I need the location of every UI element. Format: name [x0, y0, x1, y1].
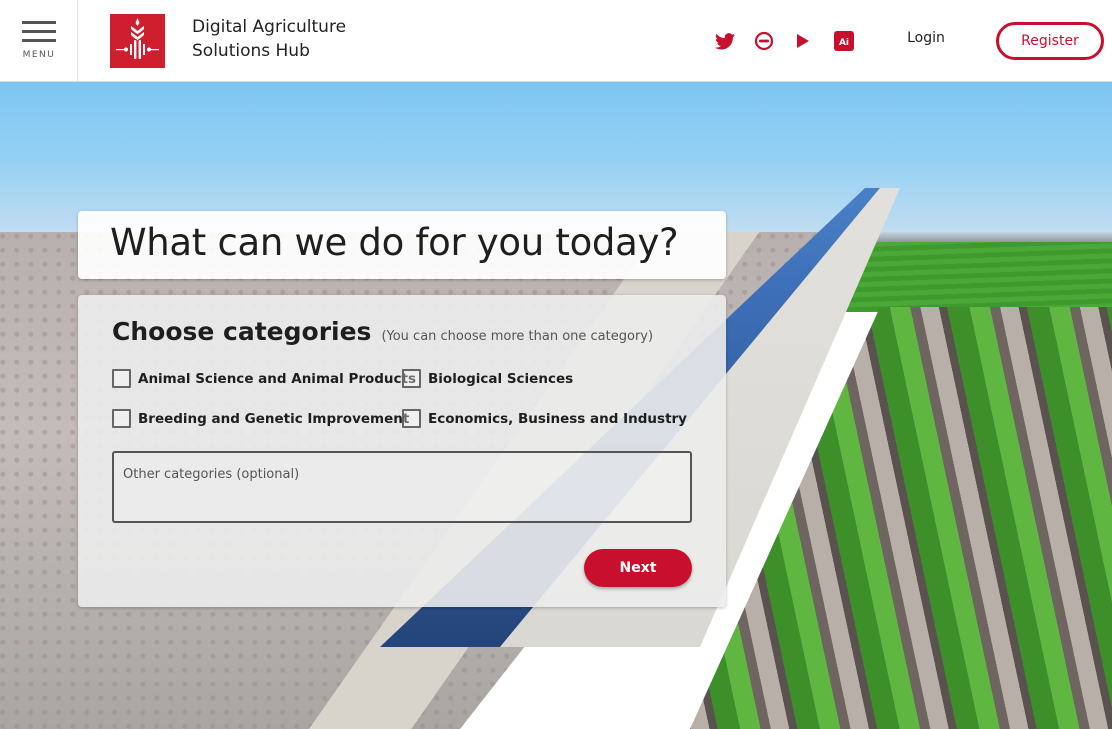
checkbox[interactable]: [112, 369, 131, 388]
brand-line-1: Digital Agriculture: [192, 17, 347, 37]
brand-line-2: Solutions Hub: [192, 41, 310, 61]
twitter-link[interactable]: [713, 28, 737, 54]
category-checkbox-economics[interactable]: Economics, Business and Industry: [402, 409, 687, 428]
category-form: Choose categories (You can choose more t…: [78, 295, 726, 607]
checkbox-label: Breeding and Genetic Improvement: [138, 410, 410, 427]
checkbox-label: Biological Sciences: [428, 370, 574, 387]
page-title: What can we do for you today?: [110, 221, 679, 264]
ai-icon: Ai: [834, 31, 854, 51]
login-link[interactable]: Login: [896, 30, 956, 46]
checkbox[interactable]: [112, 409, 131, 428]
category-checkbox-breeding[interactable]: Breeding and Genetic Improvement: [112, 409, 409, 428]
other-categories-input[interactable]: [112, 451, 692, 523]
youtube-link[interactable]: [794, 28, 812, 54]
next-button[interactable]: Next: [584, 549, 692, 587]
play-icon: [797, 34, 809, 48]
ideas-icon: [754, 31, 774, 51]
hamburger-icon: [22, 21, 56, 24]
checkbox[interactable]: [402, 369, 421, 388]
register-button[interactable]: Register: [996, 22, 1104, 60]
wheat-logo-icon: [116, 18, 159, 59]
form-heading-hint: (You can choose more than one category): [381, 329, 654, 344]
checkbox-label: Economics, Business and Industry: [428, 410, 687, 427]
checkbox[interactable]: [402, 409, 421, 428]
form-heading-title: Choose categories: [112, 317, 372, 346]
category-checkbox-animal-science[interactable]: Animal Science and Animal Products: [112, 369, 416, 388]
menu-button[interactable]: MENU: [0, 0, 78, 81]
category-checkbox-biological-sciences[interactable]: Biological Sciences: [402, 369, 573, 388]
ai-link[interactable]: Ai: [834, 28, 854, 54]
ai-badge-text: Ai: [839, 38, 849, 48]
brand-name[interactable]: Digital Agriculture Solutions Hub: [192, 15, 346, 63]
logo[interactable]: [110, 14, 165, 68]
menu-label: MENU: [22, 50, 56, 60]
hero-title-card: What can we do for you today?: [78, 211, 726, 279]
form-heading: Choose categories (You can choose more t…: [112, 317, 653, 346]
twitter-icon: [715, 32, 735, 49]
hamburger-icon-bar: [22, 39, 56, 42]
ideas-link[interactable]: [753, 28, 775, 54]
checkbox-label: Animal Science and Animal Products: [138, 370, 417, 387]
hamburger-icon-bar: [22, 30, 56, 33]
site-header: MENU Digital Agriculture Solutions Hub A…: [0, 0, 1112, 82]
